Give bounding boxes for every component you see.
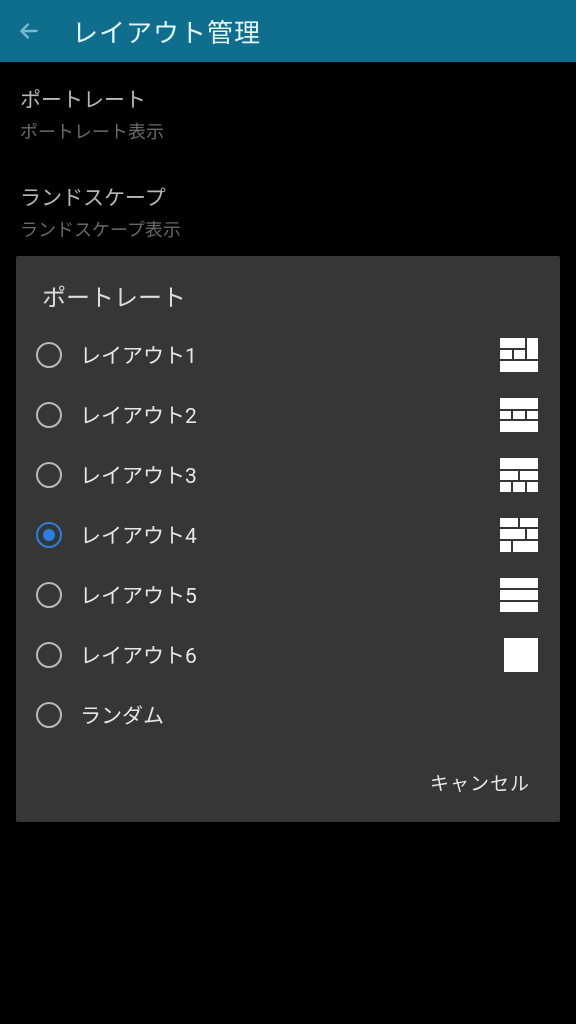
list-item-subtitle: ポートレート表示 <box>20 118 556 144</box>
list-item-title: ランドスケープ <box>20 182 556 212</box>
option-label: レイアウト3 <box>80 460 500 490</box>
radio-icon <box>36 402 62 428</box>
dialog-title: ポートレート <box>16 256 560 325</box>
back-icon[interactable] <box>16 18 42 44</box>
layout-thumb-icon <box>500 398 538 432</box>
option-layout3[interactable]: レイアウト3 <box>16 445 560 505</box>
radio-icon <box>36 582 62 608</box>
page-title: レイアウト管理 <box>72 13 261 50</box>
radio-icon <box>36 462 62 488</box>
option-random[interactable]: ランダム <box>16 685 560 745</box>
option-layout6[interactable]: レイアウト6 <box>16 625 560 685</box>
option-label: ランダム <box>80 700 538 730</box>
layout-thumb-icon <box>500 518 538 552</box>
list-item[interactable]: ランドスケープ ランドスケープ表示 <box>20 182 556 242</box>
option-label: レイアウト1 <box>80 340 500 370</box>
dialog-actions: キャンセル <box>16 745 560 814</box>
layout-thumb-icon <box>500 338 538 372</box>
layout-picker-dialog: ポートレート レイアウト1 レイアウト2 <box>16 256 560 822</box>
radio-icon <box>36 342 62 368</box>
option-layout1[interactable]: レイアウト1 <box>16 325 560 385</box>
option-label: レイアウト4 <box>80 520 500 550</box>
radio-icon <box>36 702 62 728</box>
option-layout2[interactable]: レイアウト2 <box>16 385 560 445</box>
option-layout4[interactable]: レイアウト4 <box>16 505 560 565</box>
layout-thumb-icon <box>500 578 538 612</box>
list-item-subtitle: ランドスケープ表示 <box>20 216 556 242</box>
option-label: レイアウト2 <box>80 400 500 430</box>
radio-icon <box>36 642 62 668</box>
app-bar: レイアウト管理 <box>0 0 576 62</box>
layout-thumb-icon <box>500 458 538 492</box>
layout-thumb-icon <box>500 638 538 672</box>
list-item-title: ポートレート <box>20 84 556 114</box>
list-item[interactable]: ポートレート ポートレート表示 <box>20 84 556 144</box>
cancel-button[interactable]: キャンセル <box>422 761 538 804</box>
option-label: レイアウト6 <box>80 640 500 670</box>
option-label: レイアウト5 <box>80 580 500 610</box>
option-layout5[interactable]: レイアウト5 <box>16 565 560 625</box>
radio-icon <box>36 522 62 548</box>
